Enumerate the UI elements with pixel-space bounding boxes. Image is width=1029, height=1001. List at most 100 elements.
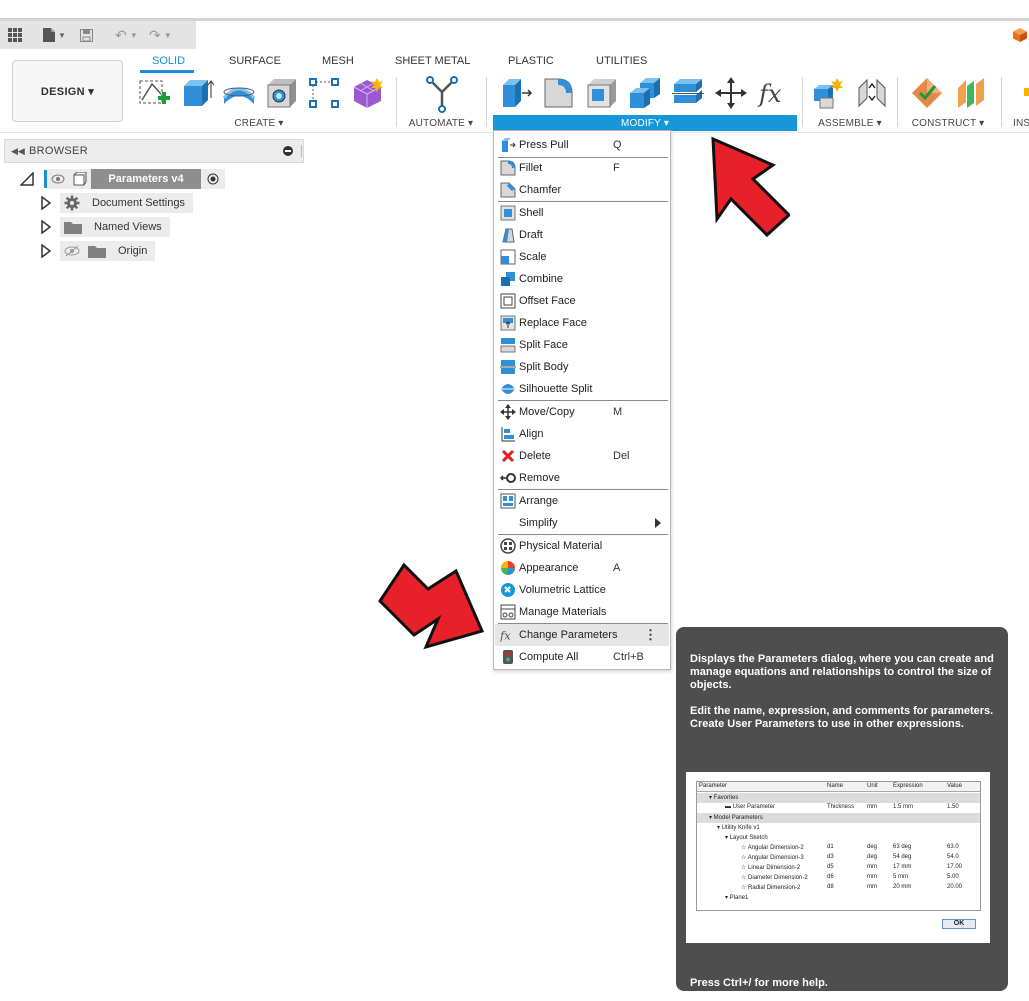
- menu-item-change-parameters[interactable]: fx Change Parameters ⋮: [495, 624, 669, 646]
- panel-resize-handle[interactable]: [301, 145, 303, 157]
- save-icon[interactable]: [76, 24, 98, 46]
- menu-item-combine[interactable]: Combine: [495, 268, 669, 290]
- expand-root-icon[interactable]: [20, 172, 34, 186]
- browser-item-named-views[interactable]: Named Views: [40, 217, 170, 237]
- tab-solid[interactable]: SOLID: [152, 55, 185, 67]
- create-group-dropdown[interactable]: CREATE ▾: [224, 115, 294, 131]
- activate-radio-icon[interactable]: [201, 169, 225, 189]
- preview-table-row: ▬ User Parameter Thickness mm 1.5 mm 1.50: [697, 803, 980, 813]
- preview-cell: ▾ Favorites: [709, 795, 739, 801]
- menu-item-manage-materials[interactable]: Manage Materials: [495, 601, 669, 623]
- inspect-group-dropdown[interactable]: INS: [1013, 115, 1029, 131]
- expand-arrow-icon[interactable]: [40, 244, 52, 258]
- menu-item-chamfer[interactable]: Chamfer: [495, 179, 669, 201]
- active-tab-indicator: [140, 70, 194, 73]
- undo-caret-icon[interactable]: ▼: [130, 31, 138, 40]
- offset-plane-icon[interactable]: [910, 76, 944, 110]
- menu-item-offset-face[interactable]: Offset Face: [495, 290, 669, 312]
- preview-table-row: ☆ Radial Dimension-2 d8 mm 20 mm 20.00: [697, 883, 980, 893]
- minimize-icon[interactable]: [283, 146, 293, 156]
- menu-item-align[interactable]: Align: [495, 423, 669, 445]
- automate-icon[interactable]: [424, 76, 460, 114]
- tab-surface[interactable]: SURFACE: [229, 55, 281, 67]
- fillet-icon[interactable]: [542, 76, 576, 110]
- expand-arrow-icon[interactable]: [40, 196, 52, 210]
- tree-item-label[interactable]: Named Views: [86, 217, 170, 237]
- menu-item-simplify[interactable]: Simplify: [495, 512, 669, 534]
- automate-group-dropdown[interactable]: AUTOMATE ▾: [405, 115, 477, 131]
- joint-icon[interactable]: [855, 76, 889, 110]
- ribbon: DESIGN ▾ SOLID SURFACE MESH SHEET METAL …: [0, 49, 1029, 133]
- redo-caret-icon[interactable]: ▼: [164, 31, 172, 40]
- fx-parameters-icon[interactable]: fx: [757, 76, 791, 110]
- menu-item-physical-material[interactable]: Physical Material: [495, 535, 669, 557]
- midplane-icon[interactable]: [954, 76, 988, 110]
- undo-icon[interactable]: ↶: [110, 24, 132, 46]
- replace-face-icon: [500, 315, 516, 331]
- create-form-icon[interactable]: [351, 76, 385, 110]
- menu-item-draft[interactable]: Draft: [495, 224, 669, 246]
- split-body-icon[interactable]: [671, 76, 705, 110]
- menu-item-split-body[interactable]: Split Body: [495, 356, 669, 378]
- tab-plastic[interactable]: PLASTIC: [508, 55, 554, 67]
- menu-item-appearance[interactable]: Appearance A: [495, 557, 669, 579]
- browser-item-origin[interactable]: Origin: [40, 241, 156, 261]
- hole-icon[interactable]: [265, 76, 299, 110]
- inspect-tool-icon[interactable]: [1022, 76, 1029, 110]
- menu-item-remove[interactable]: Remove: [495, 467, 669, 489]
- preview-cell: 20 mm: [893, 884, 912, 890]
- new-component-icon[interactable]: [811, 76, 845, 110]
- menu-item-volumetric-lattice[interactable]: Volumetric Lattice: [495, 579, 669, 601]
- app-grid-icon[interactable]: [4, 24, 26, 46]
- redo-icon[interactable]: ↷: [144, 24, 166, 46]
- browser-panel-header: ◀◀ BROWSER: [4, 139, 304, 163]
- menu-item-move-copy[interactable]: Move/Copy M: [495, 401, 669, 423]
- tree-item-label[interactable]: Origin: [110, 241, 156, 261]
- menu-item-shell[interactable]: Shell: [495, 202, 669, 224]
- assemble-group-dropdown[interactable]: ASSEMBLE ▾: [812, 115, 888, 131]
- root-component-label[interactable]: Parameters v4: [91, 169, 201, 189]
- browser-item-document-settings[interactable]: Document Settings: [40, 193, 193, 213]
- file-menu-caret-icon[interactable]: ▼: [58, 31, 66, 40]
- menu-item-replace-face[interactable]: Replace Face: [495, 312, 669, 334]
- tree-item-label[interactable]: Document Settings: [84, 193, 193, 213]
- menu-item-silhouette-split[interactable]: Silhouette Split: [495, 378, 669, 400]
- menu-item-arrange[interactable]: Arrange: [495, 490, 669, 512]
- submenu-arrow-icon: [655, 518, 661, 528]
- menu-item-delete[interactable]: Delete Del: [495, 445, 669, 467]
- create-sketch-icon[interactable]: [137, 76, 171, 110]
- menu-item-press-pull[interactable]: Press Pull Q: [495, 134, 669, 156]
- revolve-icon[interactable]: [222, 76, 256, 110]
- preview-cell: 54.0: [947, 854, 959, 860]
- modify-group-dropdown[interactable]: MODIFY ▾: [493, 115, 797, 131]
- construct-group-dropdown[interactable]: CONSTRUCT ▾: [908, 115, 988, 131]
- pattern-icon[interactable]: [307, 76, 341, 110]
- tab-utilities[interactable]: UTILITIES: [596, 55, 647, 67]
- file-icon[interactable]: [38, 24, 60, 46]
- preview-cell: 20.00: [947, 884, 963, 890]
- tab-mesh[interactable]: MESH: [322, 55, 354, 67]
- menu-item-fillet[interactable]: Fillet F: [495, 157, 669, 179]
- shell-icon[interactable]: [585, 76, 619, 110]
- menu-item-split-face[interactable]: Split Face: [495, 334, 669, 356]
- move-copy-icon[interactable]: [714, 76, 748, 110]
- hidden-eye-icon[interactable]: [60, 241, 84, 261]
- modify-dropdown-menu: Press Pull Q Fillet F Chamfer Shell Draft …: [493, 130, 671, 670]
- red-arrow-icon: [378, 562, 485, 650]
- press-pull-icon[interactable]: [499, 76, 533, 110]
- collapse-panel-icon[interactable]: ◀◀: [11, 146, 29, 157]
- workspace-switcher-button[interactable]: DESIGN ▾: [12, 60, 123, 122]
- browser-root-row[interactable]: Parameters v4: [20, 169, 225, 189]
- more-options-icon[interactable]: ⋮: [644, 627, 657, 643]
- menu-item-compute-all[interactable]: Compute All Ctrl+B: [495, 646, 669, 668]
- group-separator: [802, 77, 803, 127]
- menu-item-scale[interactable]: Scale: [495, 246, 669, 268]
- tab-sheet-metal[interactable]: SHEET METAL: [395, 55, 470, 67]
- expand-arrow-icon[interactable]: [40, 220, 52, 234]
- visibility-eye-icon[interactable]: [47, 169, 69, 189]
- appearance-icon: [500, 560, 516, 576]
- extrude-icon[interactable]: [180, 76, 214, 110]
- preview-cell: ☆ Radial Dimension-2: [741, 885, 801, 891]
- combine-icon[interactable]: [628, 76, 662, 110]
- preview-header-row: Parameter Name Unit Expression Value: [697, 782, 980, 792]
